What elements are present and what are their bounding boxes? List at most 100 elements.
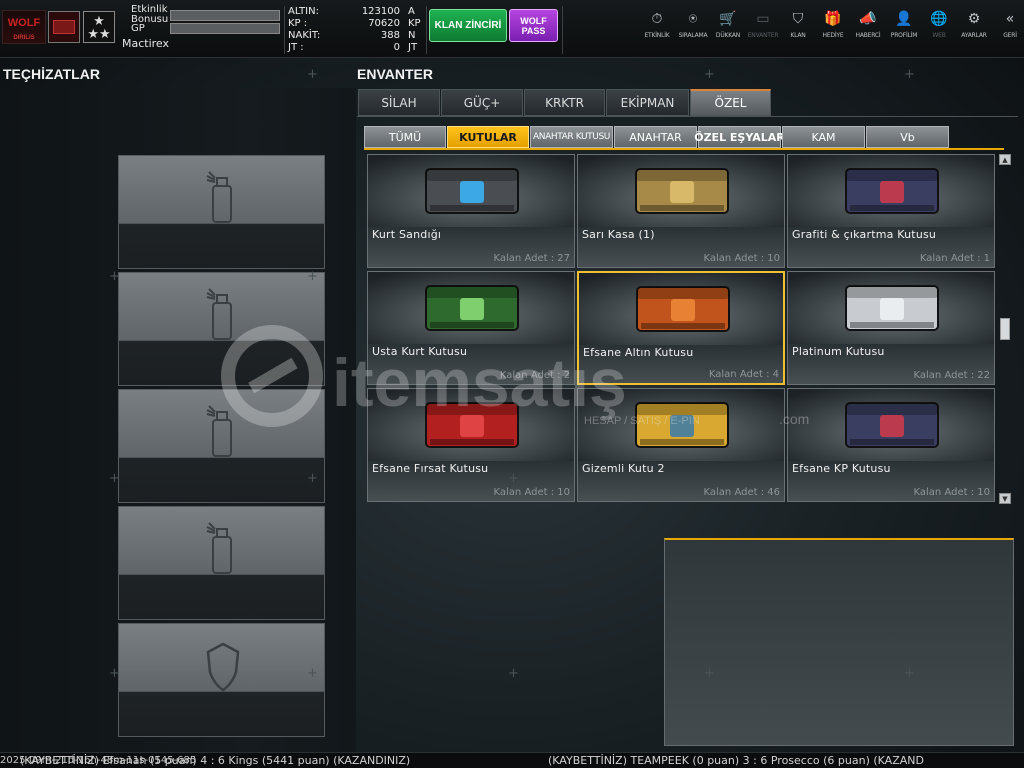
klan-chain-label: KLAN ZİNCİRİ (434, 20, 502, 31)
item-image (788, 155, 994, 227)
equipment-slot[interactable] (118, 389, 325, 503)
wolf-pass-button[interactable]: WOLF PASS (509, 9, 558, 42)
profile-icon: 👤 (895, 11, 913, 27)
clan-emblem[interactable] (48, 11, 80, 43)
gp-bar (170, 23, 280, 34)
currency-value: 388 (380, 30, 400, 41)
nav-geri̇[interactable]: « GERİ (991, 10, 1024, 50)
nav-hedi̇ye[interactable]: 🎁 HEDİYE (814, 10, 852, 50)
equipment-slot[interactable] (118, 272, 325, 386)
ticker-message: (KAYBETTİNİZ) TEAMPEEK (0 puan) 3 : 6 Pr… (548, 754, 924, 767)
item-count: Kalan Adet : 10 (913, 487, 990, 498)
item-image (788, 272, 994, 344)
nav-siralama[interactable]: ⍟ SIRALAMA (674, 10, 712, 50)
nav-haberci̇[interactable]: 📣 HABERCİ (849, 10, 887, 50)
equipment-slot[interactable] (118, 623, 325, 737)
gear-icon: ⚙ (967, 11, 981, 27)
nav-profi̇li̇m[interactable]: 👤 PROFİLİM (885, 10, 923, 50)
megaphone-icon: 📣 (859, 11, 877, 27)
event-bonus-label: Etkinlik Bonusu (131, 4, 169, 25)
item-name: Kurt Sandığı (372, 228, 442, 241)
inventory-item[interactable]: Efsane KP Kutusu Kalan Adet : 10 (787, 388, 995, 502)
currency-label: NAKİT: (288, 30, 321, 41)
nav-label: WEB (932, 32, 946, 39)
item-image (788, 389, 994, 461)
username: Mactirex (122, 37, 170, 50)
item-detail-panel (664, 538, 1014, 746)
item-image (368, 272, 574, 344)
tab-sub-3[interactable]: ANAHTAR (614, 126, 697, 148)
stopwatch-icon: ⏱ (651, 11, 663, 27)
tab-sub-4[interactable]: ÖZEL EŞYALAR (694, 126, 785, 148)
tab-sub-5[interactable]: KAM (782, 126, 865, 148)
item-count: Kalan Adet : 2 (499, 370, 570, 381)
nav-klan[interactable]: ⛉ KLAN (779, 10, 817, 50)
inventory-item[interactable]: Grafiti & çıkartma Kutusu Kalan Adet : 1 (787, 154, 995, 268)
item-name: Sarı Kasa (1) (582, 228, 655, 241)
equipment-title: TEÇHİZATLAR (3, 66, 100, 82)
back-icon: « (1005, 11, 1015, 27)
tab-sub-6[interactable]: Vb (866, 126, 949, 148)
logo-subtext: DIRILIS (13, 35, 35, 41)
currency-value: 123100 (361, 6, 400, 17)
ticker-message: (KAYBETTİNİZ) Efsanah (5 puan) 4 : 6 Kin… (20, 754, 411, 767)
nav-label: HABERCİ (855, 32, 881, 39)
tab-main-4[interactable]: ÖZEL (690, 89, 771, 116)
event-bonus-bar (170, 10, 280, 21)
clan-shield-icon: ⛉ (792, 11, 804, 27)
item-name: Efsane KP Kutusu (792, 462, 891, 475)
nav-label: GERİ (1003, 32, 1017, 39)
item-count: Kalan Adet : 22 (913, 370, 990, 381)
game-logo: WOLF DIRILIS (2, 10, 46, 44)
inventory-icon: ▭ (756, 11, 770, 27)
scroll-thumb[interactable] (1000, 318, 1010, 340)
tab-main-3[interactable]: EKİPMAN (606, 89, 689, 116)
inventory-item[interactable]: Efsane Fırsat Kutusu Kalan Adet : 10 (367, 388, 575, 502)
inventory-item[interactable]: Platinum Kutusu Kalan Adet : 22 (787, 271, 995, 385)
nav-label: ETKİNLİK (644, 32, 670, 39)
nav-dükkan[interactable]: 🛒 DÜKKAN (709, 10, 747, 50)
currency-unit: KP (408, 18, 421, 29)
nav-envanter[interactable]: ▭ ENVANTER (744, 10, 782, 50)
currency-unit: N (408, 30, 416, 41)
logo-text: WOLF (7, 17, 41, 29)
inventory-item[interactable]: Efsane Altın KutusuKalan Adet : 4 (577, 271, 785, 385)
nav-label: KLAN (790, 32, 806, 39)
equipment-slot[interactable] (118, 506, 325, 620)
item-count: Kalan Adet : 10 (703, 253, 780, 264)
nav-etki̇nli̇k[interactable]: ⏱ ETKİNLİK (638, 10, 676, 50)
currency-label: KP : (288, 18, 308, 29)
inventory-title: ENVANTER (357, 66, 433, 82)
rank-badge-icon: ★ ★★ (83, 11, 115, 43)
tab-main-1[interactable]: GÜÇ+ (441, 89, 523, 116)
inventory-item[interactable]: Usta Kurt Kutusu Kalan Adet : 2 (367, 271, 575, 385)
nav-label: AYARLAR (961, 32, 987, 39)
item-image (578, 389, 784, 461)
nav-label: SIRALAMA (678, 32, 708, 39)
nav-label: DÜKKAN (715, 32, 741, 39)
inventory-item[interactable]: Sarı Kasa (1) Kalan Adet : 10 (577, 154, 785, 268)
inventory-item[interactable]: Gizemli Kutu 2 Kalan Adet : 46 (577, 388, 785, 502)
nav-ayarlar[interactable]: ⚙ AYARLAR (955, 10, 993, 50)
gift-icon: 🎁 (824, 11, 842, 27)
scroll-up-button[interactable]: ▲ (999, 154, 1011, 165)
nav-label: ENVANTER (747, 32, 779, 39)
klan-chain-button[interactable]: KLAN ZİNCİRİ (429, 9, 507, 42)
tab-sub-0[interactable]: TÜMÜ (364, 126, 446, 148)
equipment-slot[interactable] (118, 155, 325, 269)
tab-main-2[interactable]: KRKTR (524, 89, 605, 116)
scroll-down-button[interactable]: ▼ (999, 493, 1011, 504)
tab-sub-1[interactable]: KUTULAR (447, 126, 529, 148)
tab-sub-2[interactable]: ANAHTAR KUTUSU (530, 126, 613, 148)
currency-unit: A (408, 6, 415, 17)
currency-value: 0 (393, 42, 400, 53)
nav-label: PROFİLİM (890, 32, 918, 39)
item-count: Kalan Adet : 27 (493, 253, 570, 264)
tab-main-0[interactable]: SİLAH (358, 89, 440, 116)
inventory-item[interactable]: Kurt Sandığı Kalan Adet : 27 (367, 154, 575, 268)
top-bar: WOLF DIRILIS ★ ★★ Etkinlik Bonusu GP Mact… (0, 0, 1024, 58)
nav-web[interactable]: 🌐 WEB (920, 10, 958, 50)
currency-unit: JT (408, 42, 418, 53)
item-name: Grafiti & çıkartma Kutusu (792, 228, 937, 241)
medal-icon: ⍟ (688, 11, 698, 27)
